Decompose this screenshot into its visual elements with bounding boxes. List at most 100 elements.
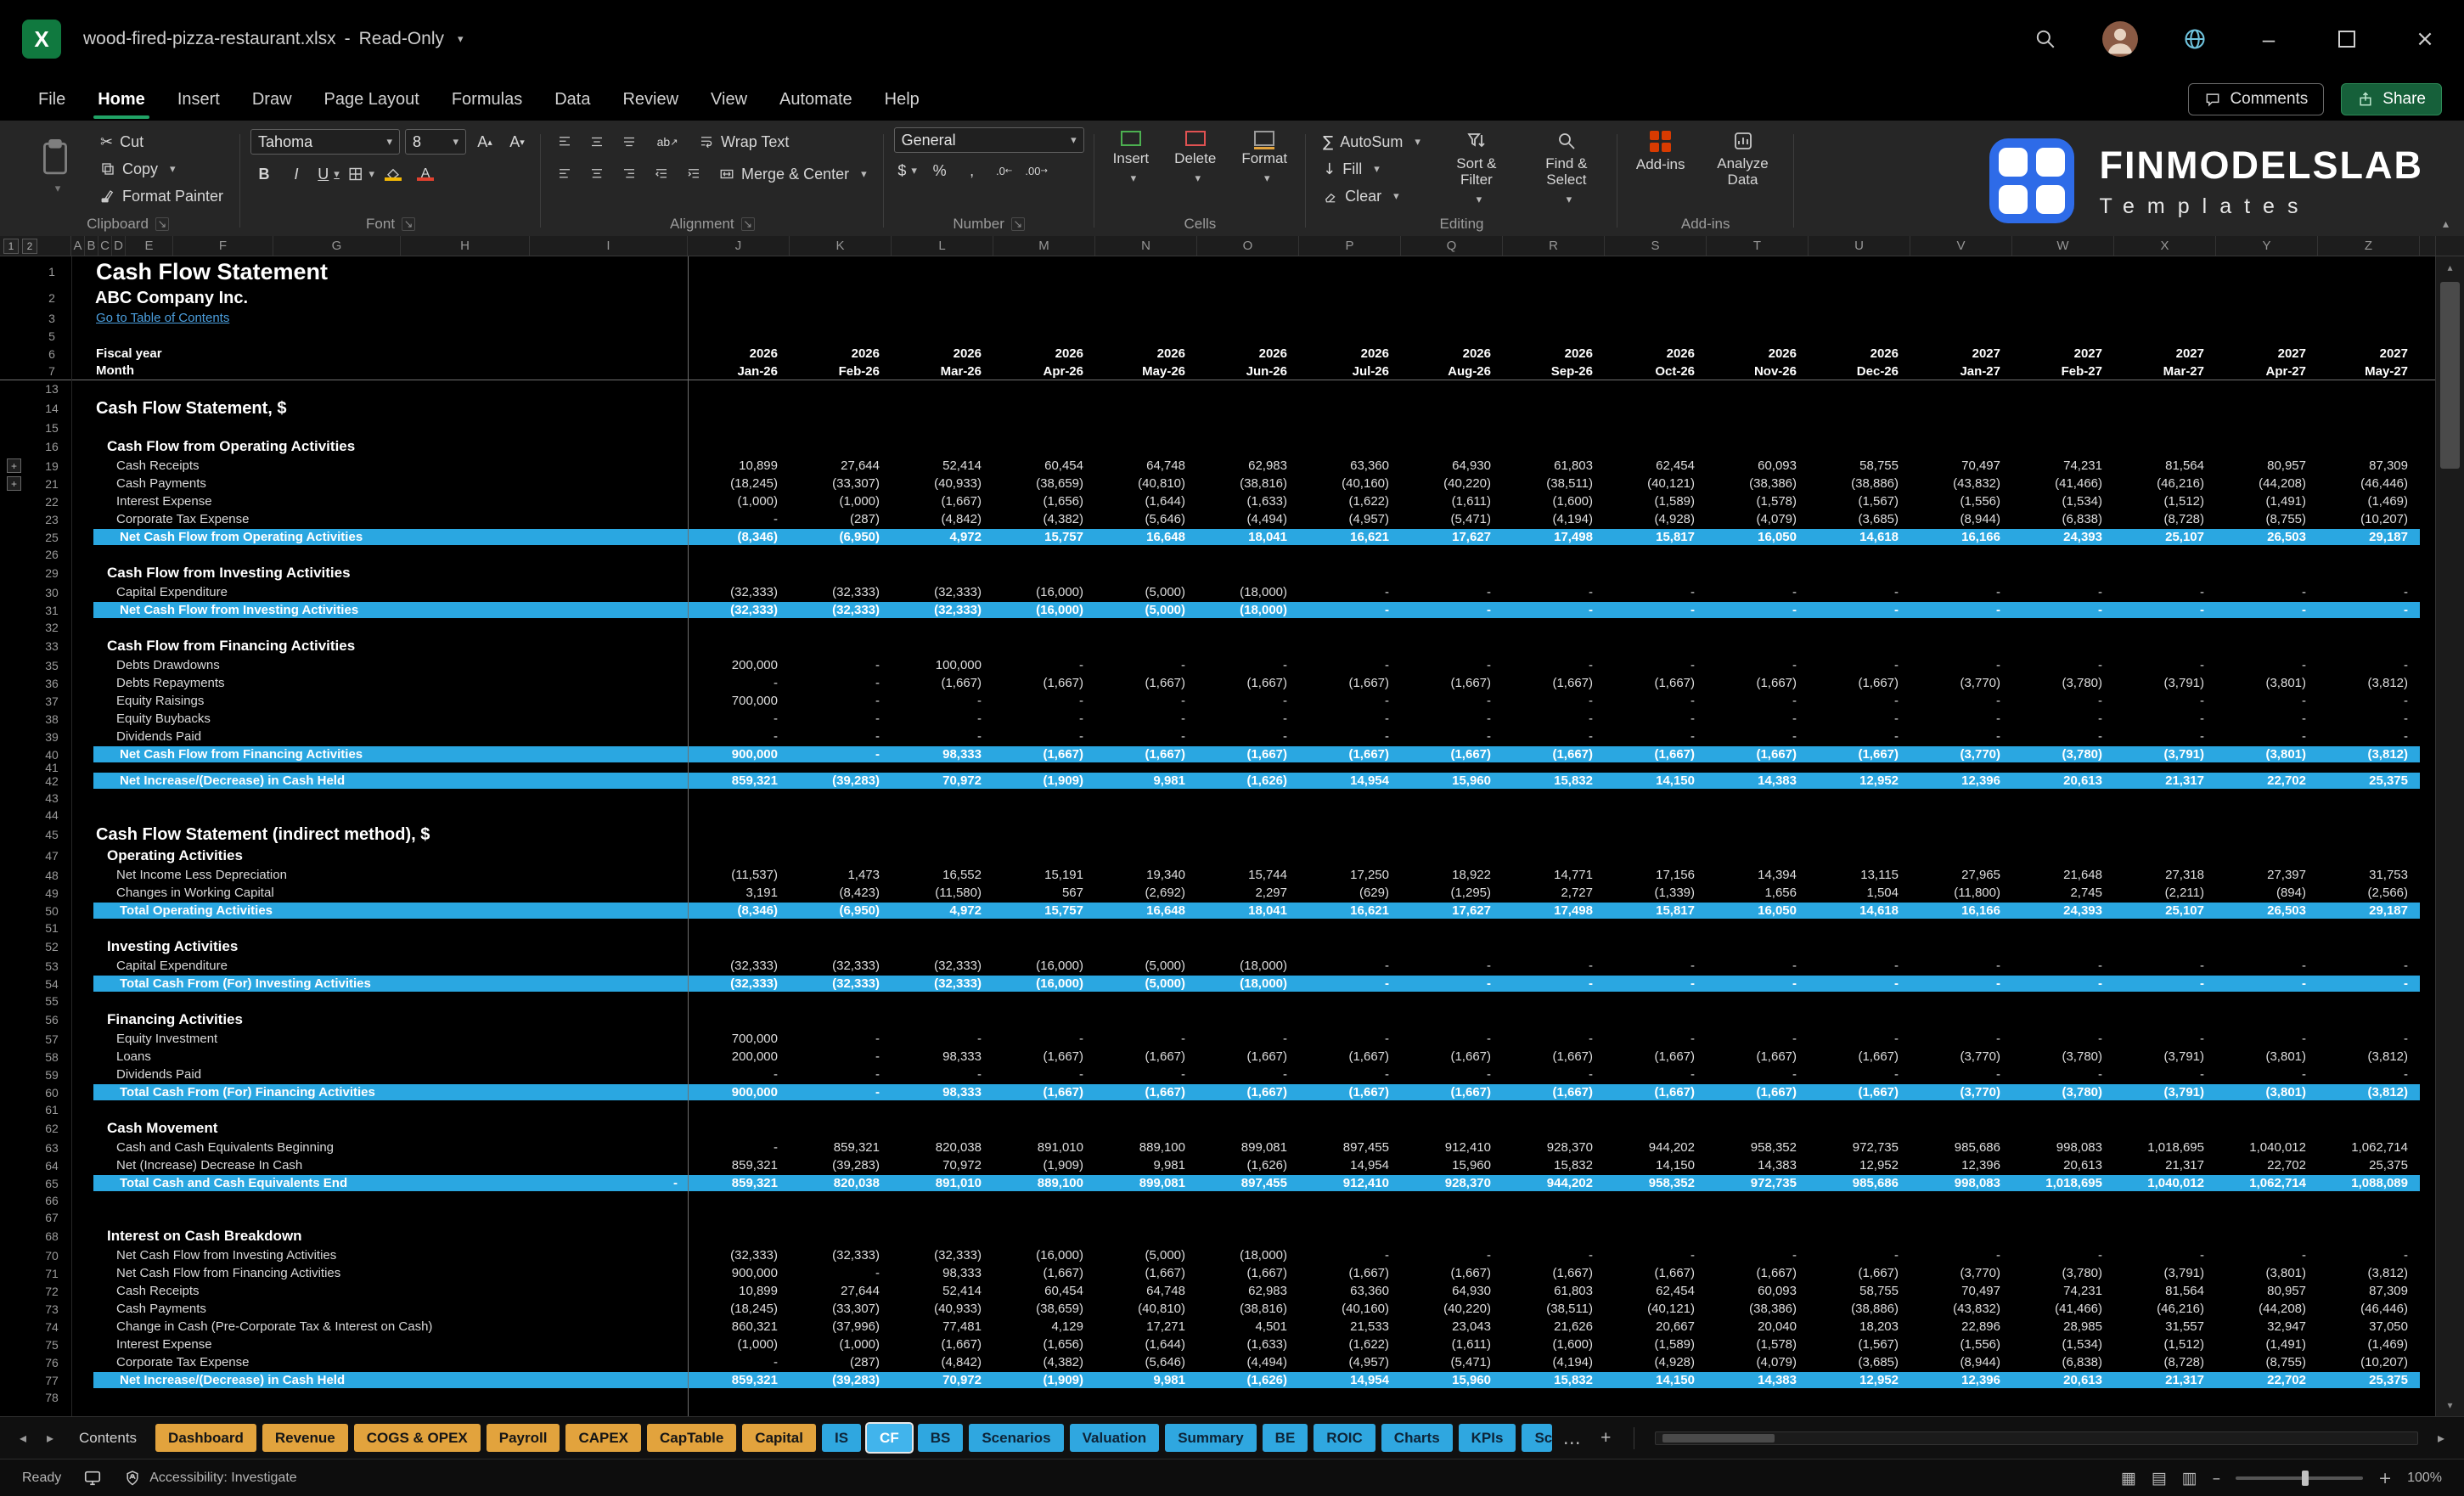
cell[interactable]: (1,578) (1707, 494, 1809, 509)
cell[interactable]: 859,321 (688, 1373, 790, 1387)
cell[interactable]: 27,318 (2114, 868, 2216, 882)
row-header-71[interactable]: 71 (32, 1267, 71, 1280)
cell[interactable]: (1,909) (993, 773, 1095, 788)
cell[interactable]: 18,041 (1197, 530, 1299, 544)
cell[interactable]: - (790, 1085, 892, 1100)
cell[interactable]: 58,755 (1809, 458, 1910, 473)
cell[interactable]: (1,626) (1197, 1158, 1299, 1173)
cell[interactable]: (1,656) (993, 494, 1095, 509)
cell[interactable]: (1,512) (2114, 494, 2216, 509)
row-header-63[interactable]: 63 (32, 1141, 71, 1155)
cell[interactable]: - (1401, 1248, 1503, 1263)
cell[interactable]: 1,656 (1707, 886, 1809, 900)
cell[interactable]: 64,930 (1401, 1284, 1503, 1298)
row-header-52[interactable]: 52 (32, 940, 71, 953)
cell[interactable]: - (790, 1266, 892, 1280)
row-header-23[interactable]: 23 (32, 513, 71, 526)
cell[interactable]: (1,667) (1605, 1266, 1707, 1280)
cell[interactable]: - (2318, 585, 2420, 599)
cell[interactable]: 860,321 (688, 1319, 790, 1334)
cell[interactable]: - (2318, 729, 2420, 744)
cell[interactable]: 2026 (1605, 346, 1707, 361)
cell[interactable]: (1,667) (1095, 1049, 1197, 1064)
cell[interactable]: - (1910, 959, 2012, 973)
cell[interactable]: 14,954 (1299, 1158, 1401, 1173)
cell[interactable]: (1,667) (1605, 1049, 1707, 1064)
merge-center-button[interactable]: Merge & Center▾ (712, 161, 874, 187)
cell[interactable]: - (1299, 976, 1401, 991)
cell[interactable]: - (2012, 976, 2114, 991)
menu-tab-view[interactable]: View (695, 78, 763, 121)
cell[interactable]: (1,667) (1095, 1085, 1197, 1100)
share-button[interactable]: Share (2341, 83, 2442, 115)
avatar[interactable] (2102, 21, 2138, 57)
cell[interactable]: (18,000) (1197, 959, 1299, 973)
row-header-59[interactable]: 59 (32, 1068, 71, 1082)
cell[interactable]: (1,667) (1299, 1266, 1401, 1280)
cell[interactable]: 20,613 (2012, 773, 2114, 788)
cell[interactable]: 28,985 (2012, 1319, 2114, 1334)
cell[interactable]: (1,667) (1707, 676, 1809, 690)
cell[interactable]: 26,503 (2216, 530, 2318, 544)
cell[interactable]: 998,083 (1910, 1176, 2012, 1190)
cell[interactable]: - (2318, 1067, 2420, 1082)
cell[interactable]: - (1401, 658, 1503, 672)
cell[interactable]: (1,633) (1197, 1337, 1299, 1352)
cell[interactable]: (18,000) (1197, 585, 1299, 599)
cell[interactable]: 15,832 (1503, 773, 1605, 788)
cell[interactable]: 13,115 (1809, 868, 1910, 882)
menu-tab-page-layout[interactable]: Page Layout (308, 78, 436, 121)
cell[interactable]: 25,107 (2114, 903, 2216, 918)
row-header-73[interactable]: 73 (32, 1302, 71, 1316)
cell[interactable]: - (1910, 729, 2012, 744)
cell[interactable]: (3,801) (2216, 676, 2318, 690)
cell[interactable]: (1,644) (1095, 494, 1197, 509)
cell[interactable]: - (1095, 658, 1197, 672)
label-cell[interactable]: Total Cash and Cash Equivalents End- (71, 1176, 688, 1191)
cell[interactable]: - (1707, 959, 1809, 973)
cell[interactable]: (4,194) (1503, 1355, 1605, 1369)
label-cell[interactable]: Corporate Tax Expense (71, 512, 688, 527)
label-cell[interactable]: Cash Flow from Financing Activities (71, 638, 688, 655)
row-header-33[interactable]: 33 (32, 639, 71, 653)
cell[interactable]: - (1605, 959, 1707, 973)
cell[interactable]: 12,396 (1910, 1373, 2012, 1387)
row-header-38[interactable]: 38 (32, 712, 71, 726)
cell[interactable]: (11,580) (892, 886, 993, 900)
cell[interactable]: (16,000) (993, 603, 1095, 617)
cell[interactable]: - (688, 729, 790, 744)
cell[interactable]: 15,191 (993, 868, 1095, 882)
cell[interactable]: - (688, 711, 790, 726)
cell[interactable]: (8,346) (688, 903, 790, 918)
cell[interactable]: - (1197, 694, 1299, 708)
label-cell[interactable]: ABC Company Inc. (71, 289, 688, 308)
cell[interactable]: - (1707, 729, 1809, 744)
cell[interactable]: - (1707, 711, 1809, 726)
cell[interactable]: 70,972 (892, 1158, 993, 1173)
cell[interactable]: - (790, 658, 892, 672)
cell[interactable]: (38,386) (1707, 1302, 1809, 1316)
cell[interactable]: - (790, 729, 892, 744)
row-header-42[interactable]: 42 (32, 774, 71, 788)
cell[interactable]: 12,952 (1809, 1158, 1910, 1173)
cell[interactable]: (6,950) (790, 903, 892, 918)
sheet-tab-contents[interactable]: Contents (66, 1424, 149, 1452)
cell[interactable]: 4,972 (892, 903, 993, 918)
cell[interactable]: (3,685) (1809, 512, 1910, 526)
cell[interactable]: (1,667) (1299, 1085, 1401, 1100)
cell[interactable]: 27,644 (790, 458, 892, 473)
cell[interactable]: - (2216, 603, 2318, 617)
table-of-contents-link[interactable]: Go to Table of Contents (71, 311, 229, 325)
cell[interactable]: 12,396 (1910, 773, 2012, 788)
cell[interactable]: (4,382) (993, 1355, 1095, 1369)
cell[interactable]: - (790, 1049, 892, 1064)
zoom-in-icon[interactable]: + (2378, 1469, 2392, 1488)
row-header-39[interactable]: 39 (32, 730, 71, 744)
cell[interactable]: (4,494) (1197, 512, 1299, 526)
cell[interactable]: 2,727 (1503, 886, 1605, 900)
cell[interactable]: (1,909) (993, 1373, 1095, 1387)
cell[interactable]: 2027 (2012, 346, 2114, 361)
cell[interactable]: - (1605, 1032, 1707, 1046)
sheet-tab-capex[interactable]: CAPEX (565, 1424, 641, 1452)
font-color-button[interactable]: A (412, 161, 439, 187)
